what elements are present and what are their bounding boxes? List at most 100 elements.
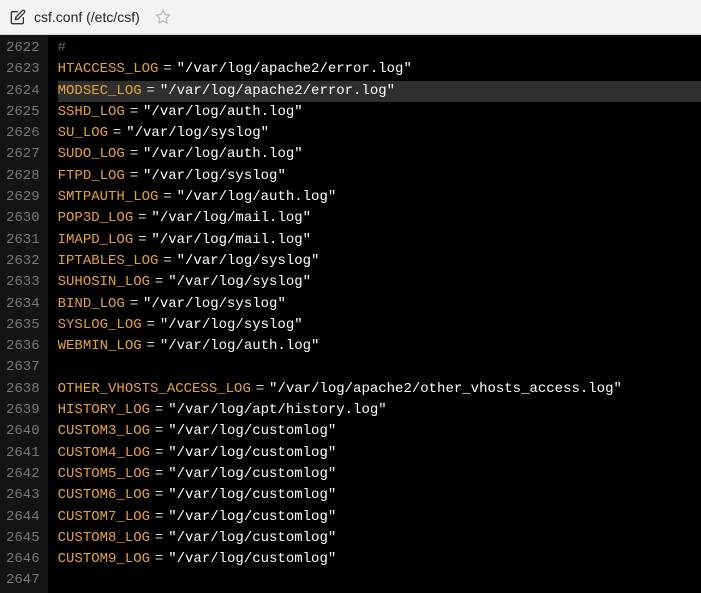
line-number: 2630 [6,208,40,229]
config-key: CUSTOM6_LOG [58,485,150,506]
config-key: SU_LOG [58,123,108,144]
config-value: "/var/log/auth.log" [143,144,303,165]
config-key: CUSTOM9_LOG [58,549,150,570]
equals-operator: = [150,507,168,528]
equals-operator: = [150,464,168,485]
equals-operator: = [125,294,143,315]
code-line[interactable]: IMAPD_LOG="/var/log/mail.log" [58,230,701,251]
equals-operator: = [150,528,168,549]
code-editor[interactable]: 2622262326242625262626272628262926302631… [0,35,701,593]
line-number: 2627 [6,144,40,165]
code-line[interactable]: SSHD_LOG="/var/log/auth.log" [58,102,701,123]
config-value: "/var/log/customlog" [168,528,336,549]
config-key: OTHER_VHOSTS_ACCESS_LOG [58,379,251,400]
config-key: CUSTOM8_LOG [58,528,150,549]
equals-operator: = [158,187,176,208]
code-line[interactable]: CUSTOM7_LOG="/var/log/customlog" [58,507,701,528]
equals-operator: = [133,230,151,251]
equals-operator: = [150,549,168,570]
line-number: 2644 [6,507,40,528]
equals-operator: = [150,421,168,442]
config-value: "/var/log/customlog" [168,485,336,506]
config-key: SUHOSIN_LOG [58,272,150,293]
equals-operator: = [125,144,143,165]
config-key: FTPD_LOG [58,166,125,187]
line-number: 2646 [6,549,40,570]
code-line[interactable]: HISTORY_LOG="/var/log/apt/history.log" [58,400,701,421]
code-line[interactable]: CUSTOM4_LOG="/var/log/customlog" [58,443,701,464]
config-value: "/var/log/customlog" [168,464,336,485]
code-line[interactable]: CUSTOM3_LOG="/var/log/customlog" [58,421,701,442]
config-key: CUSTOM4_LOG [58,443,150,464]
config-value: "/var/log/mail.log" [151,208,311,229]
line-number: 2633 [6,272,40,293]
code-line[interactable]: MODSEC_LOG="/var/log/apache2/error.log" [58,81,701,102]
line-number-gutter: 2622262326242625262626272628262926302631… [0,35,48,593]
line-number: 2637 [6,357,40,378]
config-key: HTACCESS_LOG [58,59,159,80]
code-line[interactable]: SMTPAUTH_LOG="/var/log/auth.log" [58,187,701,208]
line-number: 2635 [6,315,40,336]
config-key: SSHD_LOG [58,102,125,123]
equals-operator: = [142,336,160,357]
code-line[interactable]: IPTABLES_LOG="/var/log/syslog" [58,251,701,272]
equals-operator: = [158,59,176,80]
line-number: 2623 [6,59,40,80]
line-number: 2625 [6,102,40,123]
config-key: SMTPAUTH_LOG [58,187,159,208]
config-key: CUSTOM3_LOG [58,421,150,442]
line-number: 2631 [6,230,40,251]
code-line[interactable]: OTHER_VHOSTS_ACCESS_LOG="/var/log/apache… [58,379,701,400]
code-line[interactable]: SYSLOG_LOG="/var/log/syslog" [58,315,701,336]
line-number: 2636 [6,336,40,357]
star-icon[interactable] [154,8,172,26]
code-line[interactable] [58,357,701,378]
code-line[interactable]: # [58,38,701,59]
config-key: IMAPD_LOG [58,230,134,251]
config-value: "/var/log/customlog" [168,507,336,528]
code-line[interactable]: CUSTOM9_LOG="/var/log/customlog" [58,549,701,570]
code-line[interactable]: WEBMIN_LOG="/var/log/auth.log" [58,336,701,357]
line-number: 2640 [6,421,40,442]
code-line[interactable]: HTACCESS_LOG="/var/log/apache2/error.log… [58,59,701,80]
config-key: HISTORY_LOG [58,400,150,421]
line-number: 2643 [6,485,40,506]
line-number: 2626 [6,123,40,144]
config-value: "/var/log/auth.log" [177,187,337,208]
code-line[interactable]: BIND_LOG="/var/log/syslog" [58,294,701,315]
code-line[interactable] [58,570,701,591]
code-line[interactable]: SU_LOG="/var/log/syslog" [58,123,701,144]
config-value: "/var/log/customlog" [168,421,336,442]
config-value: "/var/log/syslog" [177,251,320,272]
code-line[interactable]: FTPD_LOG="/var/log/syslog" [58,166,701,187]
config-key: CUSTOM5_LOG [58,464,150,485]
config-value: "/var/log/apache2/error.log" [160,81,395,102]
equals-operator: = [125,166,143,187]
equals-operator: = [150,443,168,464]
line-number: 2638 [6,379,40,400]
config-value: "/var/log/apt/history.log" [168,400,386,421]
config-key: POP3D_LOG [58,208,134,229]
code-line[interactable]: CUSTOM8_LOG="/var/log/customlog" [58,528,701,549]
equals-operator: = [108,123,126,144]
line-number: 2632 [6,251,40,272]
config-value: "/var/log/apache2/other_vhosts_access.lo… [269,379,622,400]
config-value: "/var/log/syslog" [143,294,286,315]
line-number: 2629 [6,187,40,208]
line-number: 2645 [6,528,40,549]
code-line[interactable]: CUSTOM5_LOG="/var/log/customlog" [58,464,701,485]
file-header: csf.conf (/etc/csf) [0,0,701,35]
code-line[interactable]: POP3D_LOG="/var/log/mail.log" [58,208,701,229]
file-title: csf.conf (/etc/csf) [34,9,140,25]
equals-operator: = [142,315,160,336]
code-line[interactable]: CUSTOM6_LOG="/var/log/customlog" [58,485,701,506]
comment-token: # [58,38,66,59]
config-value: "/var/log/syslog" [160,315,303,336]
config-value: "/var/log/syslog" [126,123,269,144]
code-area[interactable]: #HTACCESS_LOG="/var/log/apache2/error.lo… [48,35,701,593]
equals-operator: = [125,102,143,123]
config-key: BIND_LOG [58,294,125,315]
line-number: 2628 [6,166,40,187]
code-line[interactable]: SUDO_LOG="/var/log/auth.log" [58,144,701,165]
code-line[interactable]: SUHOSIN_LOG="/var/log/syslog" [58,272,701,293]
